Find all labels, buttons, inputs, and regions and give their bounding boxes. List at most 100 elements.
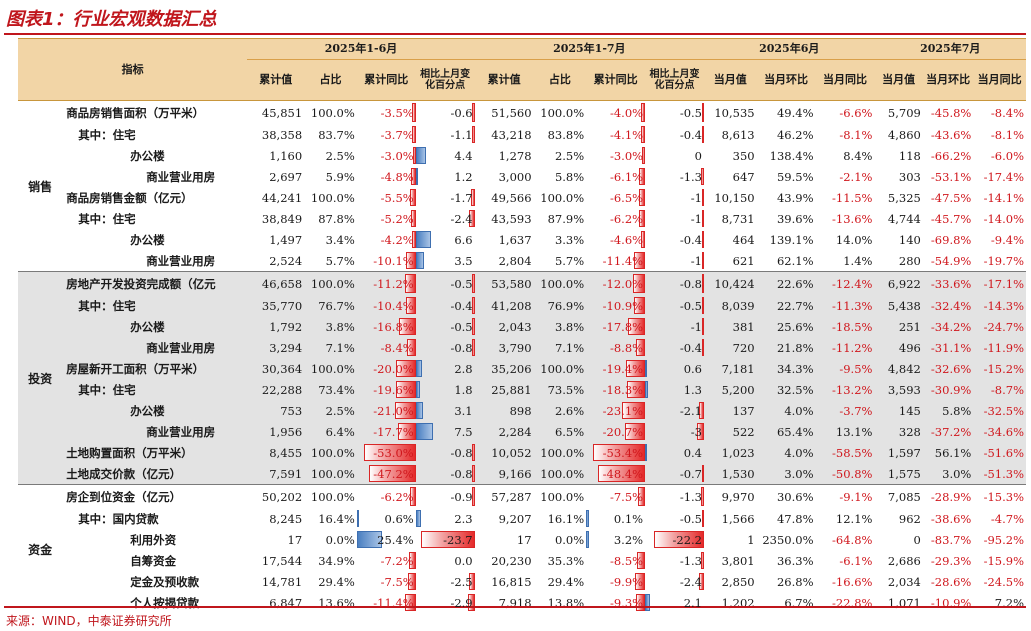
table-row: 办公楼 1,160 2.5% -3.0% 4.4 1,278 2.5% -3.0% 0 350 13… <box>18 145 1026 166</box>
header-change: 相比上月变化百分点 <box>415 59 475 101</box>
header-change: 相比上月变化百分点 <box>645 59 704 101</box>
table-row: 商业营业用房 2,524 5.7% -10.1% 3.5 2,804 5.7% -11.4% -… <box>18 250 1026 272</box>
figure-title: 图表1：行业宏观数据汇总 <box>6 9 217 30</box>
negative-bar <box>701 297 704 314</box>
cell-value: 87.9% <box>547 211 585 226</box>
table-row: 商业营业用房 2,697 5.9% -4.8% 1.2 3,000 5.8% -6.1% -1.… <box>18 166 1026 187</box>
bar-cell: 0.6% <box>356 508 416 529</box>
cell-value: -0.8 <box>450 445 473 460</box>
cell-value: 100.0% <box>540 190 585 205</box>
cell-value: 0 <box>694 148 702 163</box>
bar-cell: -3.7% <box>357 124 416 145</box>
cell-value: 50,202 <box>261 489 303 504</box>
cell-value: -37.2% <box>922 421 974 442</box>
cell-value: -95.2% <box>983 532 1024 547</box>
cell-value: 1,637 <box>498 232 532 247</box>
bar-cell: -0.8 <box>415 337 475 358</box>
cell-value: -11.2% <box>373 276 414 291</box>
cell-value: 2.3 <box>454 511 473 526</box>
indicator-name: 其中：住宅 <box>62 295 248 316</box>
cell-value: 25.6% <box>756 316 816 337</box>
bar-cell: -10.9% <box>586 295 646 316</box>
positive-bar <box>586 510 589 527</box>
cell-value: 303 <box>898 169 921 184</box>
cell-value: 350 <box>732 148 755 163</box>
cell-value: 0.0 <box>454 553 473 568</box>
header-indicator: 指标 <box>18 38 248 101</box>
indicator-name: 房企到位资金（亿元） <box>66 489 182 504</box>
bar-cell: -23.7 <box>416 529 475 550</box>
table-row: 其中：国内贷款 8,245 16.4% 0.6% 2.3 9,207 16.1% 0.1% -0… <box>18 508 1026 529</box>
bar-cell: -7.2% <box>357 550 416 571</box>
cell-value: 7.5 <box>454 424 473 439</box>
cell-value: -10.4% <box>373 298 414 313</box>
cell-value: 621 <box>732 253 755 268</box>
cell-value: 30,364 <box>247 358 305 379</box>
cell-value: 1.3 <box>683 382 702 397</box>
cell-value: 10,052 <box>474 442 534 463</box>
cell-value: -2.1% <box>839 169 873 184</box>
cell-value: -17.7% <box>373 424 414 439</box>
cell-value: -0.4 <box>679 340 702 355</box>
cell-value: 17 <box>287 532 303 547</box>
cell-value: 39.6% <box>776 211 814 226</box>
category-label: 资金 <box>18 484 63 613</box>
cell-value: -28.6% <box>930 574 972 589</box>
cell-value: 3.4% <box>325 232 355 247</box>
bar-cell: -53.4% <box>586 442 646 463</box>
cell-value: -8.1% <box>990 127 1024 142</box>
cell-value: 3.0% <box>922 463 974 485</box>
cell-value: -3.0% <box>609 148 644 163</box>
bar-cell: -1.3 <box>645 550 704 571</box>
header-group-jun: 2025年6月 <box>704 38 875 60</box>
cell-value: -9.1% <box>839 489 873 504</box>
cell-value: 8,731 <box>721 211 755 226</box>
cell-value: 8.4% <box>843 148 873 163</box>
cell-value: 47.8% <box>776 511 814 526</box>
cell-value: -0.6 <box>450 105 473 120</box>
cell-value: -3.0% <box>380 148 414 163</box>
cell-value: -11.9% <box>973 337 1026 358</box>
bar-cell: 25.4% <box>356 529 416 550</box>
cell-value: 32.5% <box>756 379 816 400</box>
bar-cell: -22.2 <box>645 529 704 550</box>
indicator-name: 房地产开发投资完成额（亿元 <box>62 271 248 295</box>
table-row: 资金 房企到位资金（亿元） 50,202 100.0% -6.2% -0.9 57,287 1… <box>18 484 1026 613</box>
bar-cell: -8.5% <box>586 550 646 571</box>
bar-cell: -5.5% <box>357 187 416 208</box>
cell-value: 2,804 <box>498 253 532 268</box>
cell-value: 49,566 <box>491 190 532 205</box>
bar-cell: 4.4 <box>415 145 475 166</box>
cell-value: 5,709 <box>887 105 921 120</box>
cell-value: -33.6% <box>922 271 974 295</box>
cell-value: 2350.0% <box>762 532 814 547</box>
bar-cell: -17.7% <box>356 421 416 442</box>
bar-cell: -1 <box>645 250 704 272</box>
cell-value: -47.5% <box>930 190 972 205</box>
cell-value: 3,790 <box>474 337 534 358</box>
cell-value: -24.7% <box>973 316 1026 337</box>
cell-value: -51.3% <box>973 463 1026 485</box>
bar-cell: -1 <box>645 208 704 229</box>
cell-value: -0.5 <box>450 276 473 291</box>
bar-cell: 2.3 <box>415 508 475 529</box>
cell-value: 100.0% <box>310 489 355 504</box>
cell-value: 25,881 <box>474 379 534 400</box>
cell-value: -0.8 <box>450 466 473 481</box>
cell-value: 65.4% <box>756 421 816 442</box>
cell-value: 1,575 <box>874 463 923 485</box>
bar-cell: -2.1 <box>645 400 704 421</box>
indicator-name: 办公楼 <box>130 148 165 163</box>
bar-cell: -6.1% <box>586 166 646 187</box>
cell-value: 46.2% <box>776 127 814 142</box>
cell-value: -5.5% <box>380 190 414 205</box>
bar-cell: -48.4% <box>586 463 646 485</box>
cell-value: 2.8 <box>454 361 473 376</box>
cell-value: 29.4% <box>547 574 585 589</box>
cell-value: 16.4% <box>318 511 355 526</box>
cell-value: -28.9% <box>930 489 972 504</box>
bar-cell: -17.8% <box>586 316 646 337</box>
cell-value: 3.1 <box>454 403 473 418</box>
cell-value: 1,278 <box>498 148 532 163</box>
indicator-name: 土地成交价款（亿元） <box>62 463 248 485</box>
